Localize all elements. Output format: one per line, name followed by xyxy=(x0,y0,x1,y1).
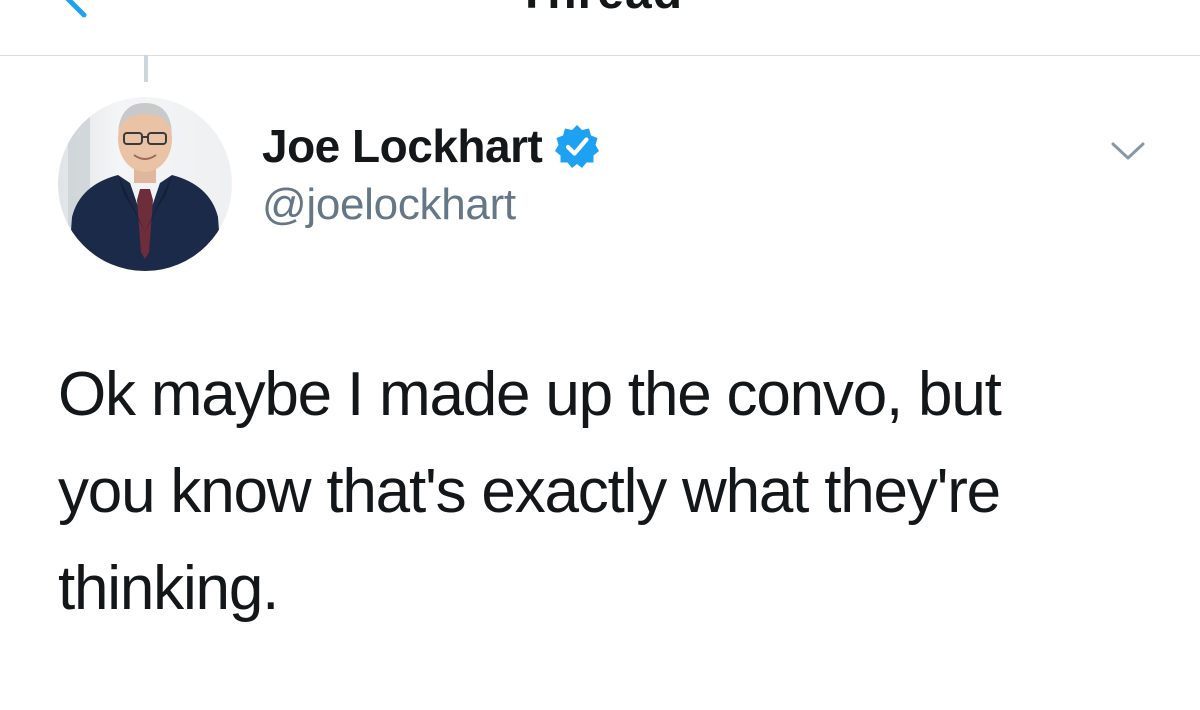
avatar[interactable] xyxy=(58,97,232,271)
author-name-row[interactable]: Joe Lockhart xyxy=(262,118,600,174)
navigation-bar: Thread xyxy=(0,0,1200,56)
tweet-text: Ok maybe I made up the convo, but you kn… xyxy=(58,360,1002,623)
author-handle[interactable]: @joelockhart xyxy=(262,180,516,230)
thread-connector-line xyxy=(144,55,148,82)
tweet-menu-button[interactable] xyxy=(1110,138,1146,164)
author-display-name[interactable]: Joe Lockhart xyxy=(262,119,543,173)
avatar-photo xyxy=(58,97,232,271)
chevron-down-icon xyxy=(1111,142,1145,160)
page-title: Thread xyxy=(0,0,1200,17)
verified-badge-icon xyxy=(555,125,600,168)
